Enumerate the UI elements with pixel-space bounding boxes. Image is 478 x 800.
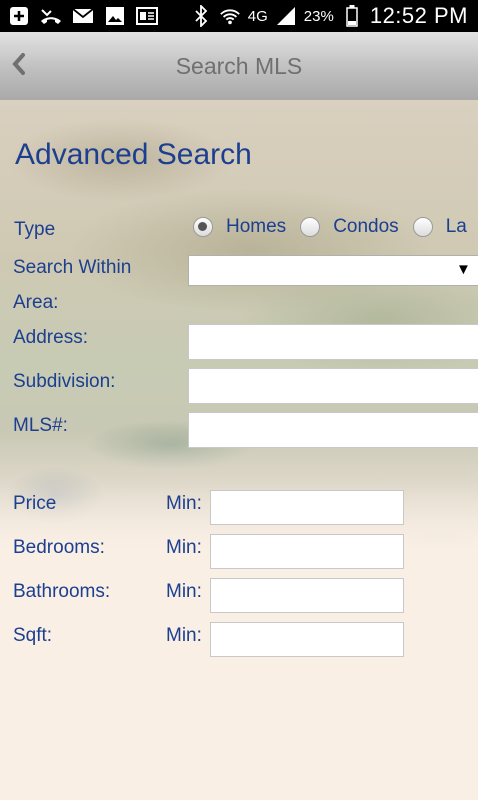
subdivision-input[interactable] [188,368,478,404]
price-label: Price [13,493,57,514]
bathrooms-min-label: Min: [166,581,202,602]
bedrooms-label: Bedrooms: [13,537,105,558]
address-input[interactable] [188,324,478,360]
radio-label: La [445,216,467,237]
radio-label: Condos [333,216,399,237]
sqft-min-label: Min: [166,625,202,646]
area-select[interactable]: ▼ [188,255,478,286]
wifi-icon [219,5,241,27]
radio-land[interactable]: La [412,216,467,238]
network-type: 4G [247,7,268,25]
signal-icon [275,5,297,27]
mail-icon [72,5,94,27]
header-title: Search MLS [175,53,303,79]
page-title: Advanced Search [15,138,252,171]
price-min-input[interactable] [210,490,404,525]
subdivision-label: Subdivision: [13,371,116,392]
radio-button[interactable] [300,217,321,237]
mls-input[interactable] [188,412,478,448]
price-min-label: Min: [166,493,202,514]
bathrooms-label: Bathrooms: [13,581,111,602]
radio-label: Homes [226,216,287,237]
app-header: Search MLS [0,32,478,100]
mls-label: MLS#: [13,415,68,436]
clock: 12:52 PM [369,3,468,28]
battery-icon [341,5,363,27]
radio-condos[interactable]: Condos [300,216,399,238]
type-label: Type [14,219,56,240]
radio-button[interactable] [193,217,213,237]
missed-call-icon [40,5,62,27]
battery-percent: 23% [303,7,334,25]
bedrooms-min-label: Min: [166,537,202,558]
address-label: Address: [13,327,88,348]
dropdown-arrow-icon: ▼ [456,261,471,278]
bedrooms-min-input[interactable] [210,534,404,569]
bathrooms-min-input[interactable] [210,578,404,613]
image-icon [104,5,126,27]
bluetooth-icon [190,5,212,27]
status-bar: 4G 23% 12:52 PM [0,0,478,32]
radio-button[interactable] [412,217,433,237]
news-icon [136,5,158,27]
plus-icon [8,5,30,27]
sqft-min-input[interactable] [210,622,404,657]
sqft-label: Sqft: [13,625,53,646]
type-radio-group: Homes Condos La [193,216,478,238]
radio-homes[interactable]: Homes [193,216,286,238]
area-label: Area: [13,292,59,313]
search-within-label: Search Within [13,257,132,278]
